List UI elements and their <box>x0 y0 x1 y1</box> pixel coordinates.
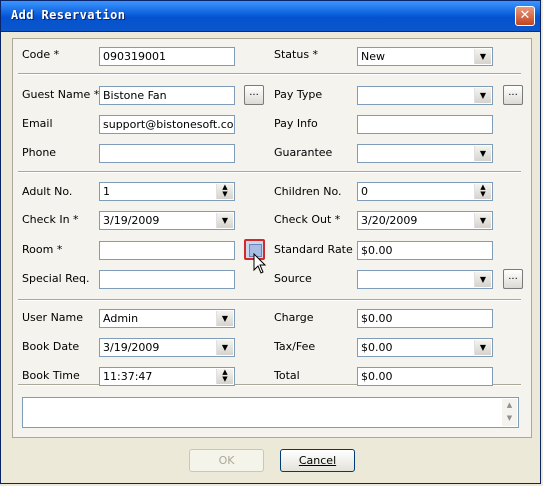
chevron-down-icon[interactable]: ▼ <box>474 146 491 161</box>
chevron-down-icon[interactable]: ▼ <box>216 311 233 326</box>
close-icon: ✕ <box>519 8 531 23</box>
code-label: Code * <box>22 48 60 61</box>
tax-fee-value: $0.00 <box>361 341 393 354</box>
standard-rate-label: Standard Rate <box>274 243 353 256</box>
cancel-button-label: Cancel <box>298 454 337 467</box>
notes-textarea[interactable]: ▲ ▼ <box>22 397 519 428</box>
book-time-value: 11:37:47 <box>103 370 153 383</box>
status-value: New <box>361 50 385 63</box>
tax-fee-select[interactable]: $0.00 ▼ <box>357 338 493 357</box>
check-out-value: 3/20/2009 <box>361 214 418 227</box>
special-req-label: Special Req. <box>22 272 90 285</box>
user-name-value: Admin <box>103 312 139 325</box>
adult-no-label: Adult No. <box>22 185 73 198</box>
close-button[interactable]: ✕ <box>515 6 535 26</box>
tax-fee-label: Tax/Fee <box>274 340 316 353</box>
user-name-select[interactable]: Admin ▼ <box>99 309 235 328</box>
cancel-button[interactable]: Cancel <box>280 449 355 472</box>
add-reservation-dialog: Add Reservation ✕ Code * 090319001 Statu… <box>0 0 541 484</box>
check-in-date-picker[interactable]: 3/19/2009 ▼ <box>99 211 235 230</box>
special-req-field[interactable] <box>99 270 235 289</box>
chevron-down-icon[interactable]: ▼ <box>474 49 491 64</box>
charge-field[interactable]: $0.00 <box>357 309 493 328</box>
children-no-value: 0 <box>361 185 368 198</box>
window-title: Add Reservation <box>11 8 126 22</box>
check-out-date-picker[interactable]: 3/20/2009 ▼ <box>357 211 493 230</box>
notes-scrollbar[interactable]: ▲ ▼ <box>502 399 517 426</box>
code-field[interactable]: 090319001 <box>99 47 235 66</box>
source-label: Source <box>274 272 312 285</box>
chevron-down-icon[interactable]: ▼ <box>216 213 233 228</box>
chevron-down-icon[interactable]: ▼ <box>474 213 491 228</box>
adult-no-stepper[interactable]: 1 ▲ ▼ <box>99 182 235 201</box>
guarantee-select[interactable]: ▼ <box>357 144 493 163</box>
pay-info-label: Pay Info <box>274 117 318 130</box>
chevron-down-icon[interactable]: ▼ <box>474 88 491 103</box>
room-field[interactable] <box>99 241 235 260</box>
chevron-down-icon[interactable]: ▼ <box>474 272 491 287</box>
source-lookup-button[interactable]: ... <box>503 269 523 289</box>
scroll-down-icon[interactable]: ▼ <box>502 412 517 425</box>
status-label: Status * <box>274 48 319 61</box>
title-bar[interactable]: Add Reservation ✕ <box>1 1 540 32</box>
scroll-up-icon[interactable]: ▲ <box>502 399 517 412</box>
check-in-value: 3/19/2009 <box>103 214 160 227</box>
chevron-down-icon[interactable]: ▼ <box>216 340 233 355</box>
pay-info-field[interactable] <box>357 115 493 134</box>
user-name-label: User Name <box>22 311 84 324</box>
separator <box>18 299 521 301</box>
guest-name-label: Guest Name * <box>22 88 100 101</box>
children-no-stepper[interactable]: 0 ▲ ▼ <box>357 182 493 201</box>
spin-buttons[interactable]: ▲ ▼ <box>216 369 233 384</box>
check-out-label: Check Out * <box>274 213 341 226</box>
spin-buttons[interactable]: ▲ ▼ <box>474 184 491 199</box>
spin-down-icon[interactable]: ▼ <box>475 191 491 198</box>
spin-down-icon[interactable]: ▼ <box>217 376 233 383</box>
guarantee-label: Guarantee <box>274 146 333 159</box>
pay-type-select[interactable]: ▼ <box>357 86 493 105</box>
book-date-label: Book Date <box>22 340 80 353</box>
ok-button[interactable]: OK <box>189 449 264 472</box>
source-select[interactable]: ▼ <box>357 270 493 289</box>
room-label: Room * <box>22 243 63 256</box>
mouse-pointer-icon <box>253 253 267 274</box>
total-label: Total <box>274 369 300 382</box>
status-select[interactable]: New ▼ <box>357 47 493 66</box>
chevron-down-icon[interactable]: ▼ <box>474 340 491 355</box>
spin-down-icon[interactable]: ▼ <box>217 191 233 198</box>
email-label: Email <box>22 117 53 130</box>
book-time-stepper[interactable]: 11:37:47 ▲ ▼ <box>99 367 235 386</box>
total-field[interactable]: $0.00 <box>357 367 493 386</box>
standard-rate-field[interactable]: $0.00 <box>357 241 493 260</box>
adult-no-value: 1 <box>103 185 110 198</box>
spin-buttons[interactable]: ▲ ▼ <box>216 184 233 199</box>
separator <box>18 171 521 173</box>
check-in-label: Check In * <box>22 213 79 226</box>
phone-label: Phone <box>22 146 57 159</box>
pay-type-lookup-button[interactable]: ... <box>503 85 523 105</box>
book-date-value: 3/19/2009 <box>103 341 160 354</box>
email-field[interactable]: support@bistonesoft.com <box>99 115 235 134</box>
guest-name-field[interactable]: Bistone Fan <box>99 86 235 105</box>
pay-type-label: Pay Type <box>274 88 323 101</box>
book-date-picker[interactable]: 3/19/2009 ▼ <box>99 338 235 357</box>
guest-lookup-button[interactable]: ... <box>244 85 264 105</box>
children-no-label: Children No. <box>274 185 342 198</box>
charge-label: Charge <box>274 311 314 324</box>
ok-button-label: OK <box>218 454 235 467</box>
book-time-label: Book Time <box>22 369 80 382</box>
phone-field[interactable] <box>99 144 235 163</box>
separator <box>18 73 521 75</box>
